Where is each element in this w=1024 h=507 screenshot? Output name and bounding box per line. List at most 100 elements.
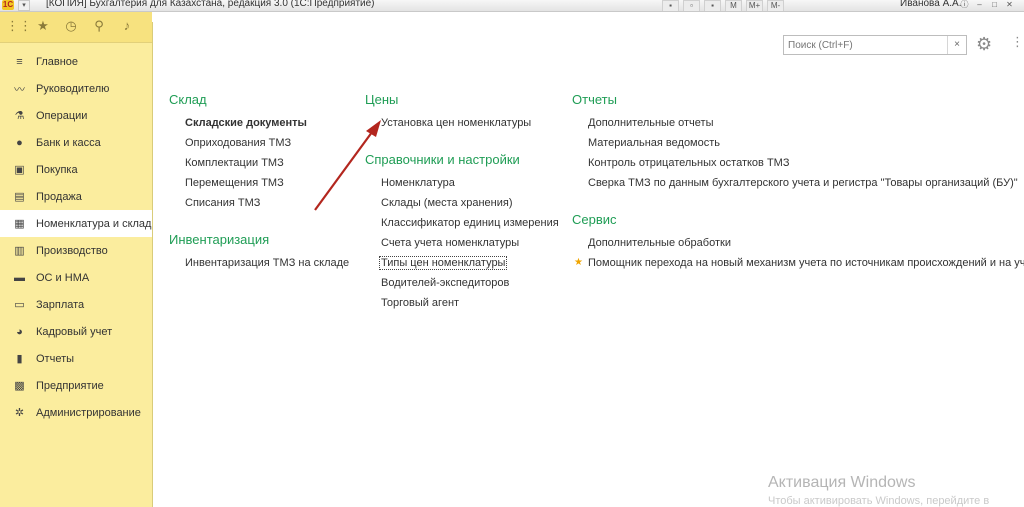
sidebar-item-hr[interactable]: ◕ Кадровый учет — [0, 318, 152, 345]
app-logo-icon[interactable]: 1С — [2, 0, 14, 10]
link-warehouse-documents[interactable]: Складские документы — [185, 117, 307, 129]
sidebar-item-bank-cash[interactable]: ● Банк и касса — [0, 129, 152, 156]
arrow-shaft — [314, 127, 376, 211]
hr-icon: ◕ — [16, 325, 23, 338]
link-material-statement[interactable]: Материальная ведомость — [588, 137, 720, 149]
operations-icon: ⚗ — [14, 110, 25, 122]
sidebar-item-main[interactable]: ≡ Главное — [0, 48, 152, 75]
sidebar-item-label: Операции — [36, 109, 88, 122]
purchase-icon: ▣ — [14, 164, 25, 176]
sidebar-item-label: Продажа — [36, 190, 82, 203]
link-transfers[interactable]: Перемещения ТМЗ — [185, 177, 284, 189]
activation-watermark-subtitle: Чтобы активировать Windows, перейдите в — [768, 495, 990, 507]
link-accounts[interactable]: Счета учета номенклатуры — [381, 237, 519, 249]
sidebar-item-label: Отчеты — [36, 352, 75, 365]
sidebar-item-label: Предприятие — [36, 379, 104, 392]
save-icon[interactable]: ▪ — [662, 0, 679, 11]
sidebar: ⋮⋮ ★ ◷ ⚲ ♪ ≡ Главное 〰 Руководителю ⚗ Операци… — [0, 12, 153, 507]
section-title-service: Сервис — [572, 212, 617, 227]
sidebar-item-administration[interactable]: ✲ Администрирование — [0, 399, 152, 426]
memory-minus-button[interactable]: M- — [767, 0, 784, 11]
search-icon[interactable]: ⚲ — [91, 18, 107, 34]
link-price-types[interactable]: Типы цен номенклатуры — [379, 256, 508, 270]
administration-icon: ✲ — [14, 407, 25, 419]
memory-m-button[interactable]: M — [725, 0, 742, 11]
search-clear-button[interactable]: × — [947, 36, 966, 54]
maximize-icon[interactable]: □ — [988, 0, 1001, 10]
sidebar-item-label: Руководителю — [36, 82, 110, 95]
sidebar-toolbar: ⋮⋮ ★ ◷ ⚲ ♪ — [0, 12, 152, 43]
annotation-arrow — [314, 120, 381, 211]
sidebar-item-nomenclature-warehouse[interactable]: ▦ Номенклатура и склад — [0, 210, 152, 237]
link-write-offs[interactable]: Списания ТМЗ — [185, 197, 260, 209]
search-box: × — [783, 35, 967, 55]
production-icon: ▥ — [14, 245, 25, 257]
sidebar-item-production[interactable]: ▥ Производство — [0, 237, 152, 264]
section-title-prices: Цены — [365, 92, 399, 107]
section-title-inventory: Инвентаризация — [169, 232, 270, 247]
sidebar-item-operations[interactable]: ⚗ Операции — [0, 102, 152, 129]
link-nomenclature[interactable]: Номенклатура — [381, 177, 455, 189]
section-title-sklad: Склад — [169, 92, 207, 107]
title-bar: 1С ▾ [КОПИЯ] Бухгалтерия для Казахстана,… — [0, 0, 1024, 12]
apps-grid-icon[interactable]: ⋮⋮ — [6, 18, 32, 34]
section-title-refs: Справочники и настройки — [365, 152, 520, 167]
link-negative-balance-control[interactable]: Контроль отрицательных остатков ТМЗ — [588, 157, 789, 169]
close-icon[interactable]: ✕ — [1003, 0, 1016, 10]
main-menu-dropdown-icon[interactable]: ▾ — [18, 0, 30, 11]
sidebar-item-label: Банк и касса — [36, 136, 101, 149]
link-additional-processing[interactable]: Дополнительные обработки — [588, 237, 731, 249]
info-icon[interactable]: ⓘ — [958, 0, 971, 10]
minimize-icon[interactable]: – — [973, 0, 986, 10]
window-controls: ⓘ – □ ✕ — [958, 0, 1016, 10]
sidebar-item-sale[interactable]: ▤ Продажа — [0, 183, 152, 210]
history-icon[interactable]: ◷ — [63, 18, 79, 34]
gear-icon[interactable]: ⚙ — [976, 34, 992, 55]
sidebar-nav: ≡ Главное 〰 Руководителю ⚗ Операции ● Банк и ка… — [0, 48, 152, 426]
link-reconciliation[interactable]: Сверка ТМЗ по данным бухгалтерского учет… — [588, 177, 1018, 189]
sidebar-item-purchase[interactable]: ▣ Покупка — [0, 156, 152, 183]
sidebar-item-enterprise[interactable]: ▩ Предприятие — [0, 372, 152, 399]
sidebar-item-label: Администрирование — [36, 406, 141, 419]
star-icon[interactable]: ★ — [35, 18, 51, 34]
sidebar-item-label: ОС и НМА — [36, 271, 90, 284]
current-user[interactable]: Иванова А.А. — [900, 0, 961, 9]
link-additional-reports[interactable]: Дополнительные отчеты — [588, 117, 713, 129]
reports-icon: ▮ — [16, 353, 23, 365]
link-migration-assistant[interactable]: Помощник перехода на новый механизм учет… — [588, 257, 1024, 269]
sidebar-item-label: Производство — [36, 244, 108, 257]
sale-icon: ▤ — [14, 191, 25, 203]
activation-watermark: Активация Windows — [768, 474, 916, 491]
sidebar-item-fixed-assets[interactable]: ▬ ОС и НМА — [0, 264, 152, 291]
link-drivers[interactable]: Водителей-экспедиторов — [381, 277, 509, 289]
link-set-prices[interactable]: Установка цен номенклатуры — [381, 117, 531, 129]
enterprise-icon: ▩ — [14, 380, 25, 392]
sidebar-item-manager[interactable]: 〰 Руководителю — [0, 75, 152, 102]
link-inventory-stocktaking[interactable]: Инвентаризация ТМЗ на складе — [185, 257, 349, 269]
print-icon[interactable]: ▫ — [683, 0, 700, 11]
section-title-reports: Отчеты — [572, 92, 617, 107]
link-warehouses[interactable]: Склады (места хранения) — [381, 197, 513, 209]
copy-icon[interactable]: ▪ — [704, 0, 721, 11]
bank-cash-icon: ● — [16, 136, 23, 149]
link-sales-agent[interactable]: Торговый агент — [381, 297, 459, 309]
window-title: [КОПИЯ] Бухгалтерия для Казахстана, реда… — [46, 0, 375, 9]
sidebar-item-label: Кадровый учет — [36, 325, 113, 338]
nomenclature-warehouse-icon: ▦ — [14, 218, 25, 230]
sidebar-item-salary[interactable]: ▭ Зарплата — [0, 291, 152, 318]
memory-plus-button[interactable]: M+ — [746, 0, 763, 11]
link-units-classifier[interactable]: Классификатор единиц измерения — [381, 217, 559, 229]
manager-icon: 〰 — [14, 83, 25, 96]
favorite-star-icon[interactable]: ★ — [574, 257, 583, 268]
title-toolbar: ▪ ▫ ▪ M M+ M- — [662, 0, 784, 11]
sidebar-item-label: Главное — [36, 55, 79, 68]
more-icon[interactable]: ⋮ — [1011, 34, 1024, 50]
search-input[interactable] — [784, 36, 947, 54]
salary-icon: ▭ — [14, 299, 25, 311]
sidebar-item-label: Номенклатура и склад — [36, 217, 152, 230]
sidebar-item-reports[interactable]: ▮ Отчеты — [0, 345, 152, 372]
bell-icon[interactable]: ♪ — [119, 18, 135, 34]
main-panel: × ⚙ ⋮ Склад Складские документы Оприходо… — [153, 22, 1024, 507]
link-receipts[interactable]: Оприходования ТМЗ — [185, 137, 291, 149]
link-kits[interactable]: Комплектации ТМЗ — [185, 157, 284, 169]
